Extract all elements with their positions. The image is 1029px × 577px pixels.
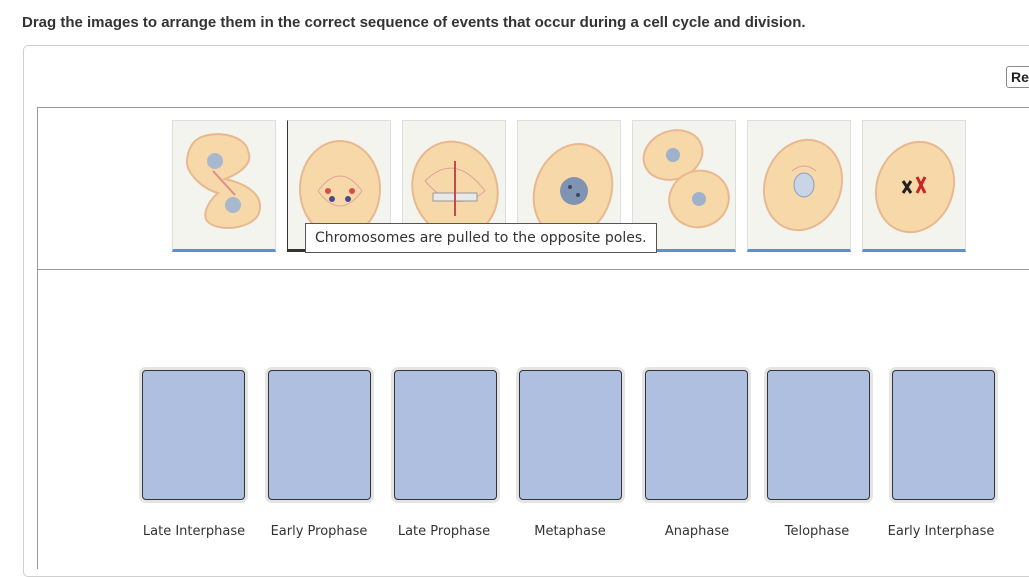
slot-label-late-interphase: Late Interphase [142, 524, 246, 539]
drop-slot-4[interactable] [519, 370, 622, 500]
slot-label-metaphase: Metaphase [534, 524, 606, 539]
slot-label-telophase: Telophase [784, 524, 850, 539]
question-text: Drag the images to arrange them in the c… [22, 14, 806, 31]
slot-label-early-interphase: Early Interphase [887, 524, 995, 539]
draggable-image-late-interphase[interactable] [747, 120, 851, 252]
slot-label-early-prophase: Early Prophase [270, 524, 368, 539]
late-interphase-cell-icon [762, 138, 844, 232]
draggable-image-telophase[interactable] [172, 120, 276, 252]
hover-tooltip: Chromosomes are pulled to the opposite p… [305, 223, 657, 253]
draggable-image-late-prophase[interactable] [862, 120, 966, 252]
drop-slot-6[interactable] [767, 370, 870, 500]
telophase-cell-icon [185, 133, 261, 229]
late-prophase-cell-icon [874, 140, 956, 234]
slot-label-anaphase: Anaphase [664, 524, 730, 539]
drop-slot-3[interactable] [394, 370, 497, 500]
drop-slot-2[interactable] [268, 370, 371, 500]
drop-slot-5[interactable] [645, 370, 748, 500]
drop-slot-7[interactable] [892, 370, 995, 500]
slot-label-late-prophase: Late Prophase [397, 524, 491, 539]
reset-button[interactable]: Re [1006, 66, 1029, 88]
drop-slot-1[interactable] [142, 370, 245, 500]
